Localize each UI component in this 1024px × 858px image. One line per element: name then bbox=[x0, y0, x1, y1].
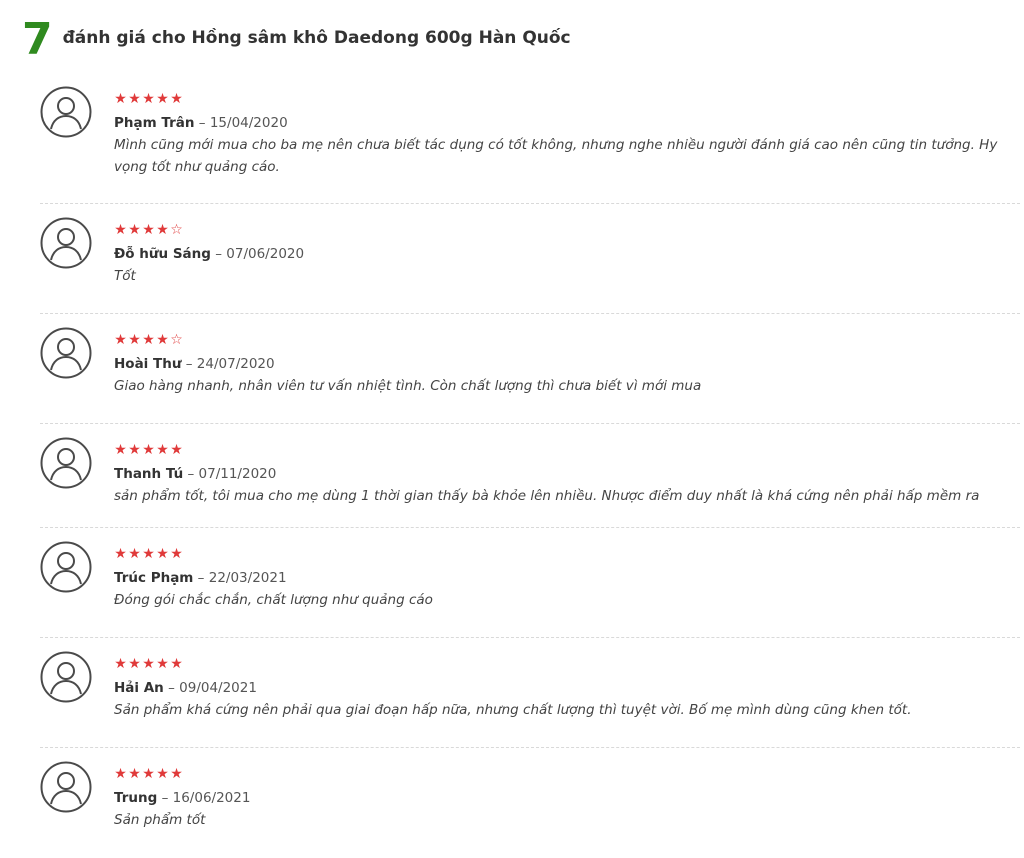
star-filled-icon: ★ bbox=[128, 766, 141, 782]
star-filled-icon: ★ bbox=[128, 332, 141, 348]
review-item: ★ ★ ★ ★ ★ Phạm Trân – 15/04/2020 Mình cũng m… bbox=[40, 86, 1020, 204]
review-author: Đỗ hữu Sáng bbox=[114, 246, 211, 262]
review-item: ★ ★ ★ ★ ★ Trúc Phạm – 22/03/2021 Đóng gói ch… bbox=[40, 528, 1020, 638]
author-date-separator: – bbox=[181, 356, 197, 372]
star-filled-icon: ★ bbox=[128, 656, 141, 672]
star-filled-icon: ★ bbox=[114, 332, 127, 348]
review-author: Thanh Tú bbox=[114, 466, 184, 482]
star-rating: ★ ★ ★ ★ ★ bbox=[114, 547, 1006, 561]
star-filled-icon: ★ bbox=[156, 332, 169, 348]
star-filled-icon: ★ bbox=[170, 656, 183, 672]
star-filled-icon: ★ bbox=[156, 91, 169, 107]
star-rating: ★ ★ ★ ★ ★ bbox=[114, 767, 1006, 781]
star-rating: ★ ★ ★ ★ ☆ bbox=[114, 223, 1006, 237]
author-date-separator: – bbox=[210, 246, 227, 262]
star-rating: ★ ★ ★ ★ ★ bbox=[114, 92, 1006, 106]
star-rating: ★ ★ ★ ★ ★ bbox=[114, 657, 1006, 671]
review-date: 07/11/2020 bbox=[198, 466, 277, 482]
review-date: 15/04/2020 bbox=[209, 115, 288, 131]
star-filled-icon: ★ bbox=[128, 546, 141, 562]
star-filled-icon: ★ bbox=[128, 222, 141, 238]
review-date: 07/06/2020 bbox=[226, 246, 305, 262]
review-item: ★ ★ ★ ★ ★ Trung – 16/06/2021 Sản phẩm tốt bbox=[40, 748, 1020, 858]
star-filled-icon: ★ bbox=[114, 766, 127, 782]
star-empty-icon: ☆ bbox=[170, 222, 183, 238]
star-filled-icon: ★ bbox=[114, 91, 127, 107]
star-rating: ★ ★ ★ ★ ★ bbox=[114, 443, 1006, 457]
review-text: Sản phẩm khá cứng nên phải qua giai đoạn… bbox=[114, 702, 912, 718]
star-filled-icon: ★ bbox=[170, 442, 183, 458]
author-date-separator: – bbox=[194, 115, 210, 131]
avatar-icon bbox=[40, 86, 92, 138]
star-rating: ★ ★ ★ ★ ☆ bbox=[114, 333, 1006, 347]
avatar-icon bbox=[40, 541, 92, 593]
review-author: Hải An bbox=[114, 680, 164, 696]
review-text: Giao hàng nhanh, nhân viên tư vấn nhiệt … bbox=[114, 378, 702, 394]
review-date: 24/07/2020 bbox=[196, 356, 275, 372]
star-filled-icon: ★ bbox=[128, 91, 141, 107]
star-filled-icon: ★ bbox=[114, 656, 127, 672]
review-item: ★ ★ ★ ★ ★ Thanh Tú – 07/11/2020 sản phẩm tốt… bbox=[40, 424, 1020, 528]
avatar-icon bbox=[40, 437, 92, 489]
star-filled-icon: ★ bbox=[142, 656, 155, 672]
star-filled-icon: ★ bbox=[142, 766, 155, 782]
review-item: ★ ★ ★ ★ ☆ Đỗ hữu Sáng – 07/06/2020 Tốt bbox=[40, 204, 1020, 314]
star-filled-icon: ★ bbox=[114, 442, 127, 458]
star-filled-icon: ★ bbox=[142, 332, 155, 348]
star-filled-icon: ★ bbox=[114, 222, 127, 238]
reviews-title: đánh giá cho Hồng sâm khô Daedong 600g H… bbox=[62, 28, 571, 48]
review-text: Sản phẩm tốt bbox=[114, 812, 206, 828]
review-text: Mình cũng mới mua cho ba mẹ nên chưa biế… bbox=[114, 137, 998, 175]
star-filled-icon: ★ bbox=[156, 546, 169, 562]
avatar-icon bbox=[40, 761, 92, 813]
review-author: Trung bbox=[114, 790, 158, 806]
star-filled-icon: ★ bbox=[156, 442, 169, 458]
review-date: 09/04/2021 bbox=[179, 680, 257, 696]
star-filled-icon: ★ bbox=[156, 656, 169, 672]
review-author: Hoài Thư bbox=[114, 356, 182, 372]
author-date-separator: – bbox=[183, 466, 199, 482]
star-empty-icon: ☆ bbox=[170, 332, 183, 348]
review-date: 22/03/2021 bbox=[208, 570, 287, 586]
author-date-separator: – bbox=[163, 680, 180, 696]
review-item: ★ ★ ★ ★ ☆ Hoài Thư – 24/07/2020 Giao hàng nh… bbox=[40, 314, 1020, 424]
star-filled-icon: ★ bbox=[142, 546, 155, 562]
avatar-icon bbox=[40, 217, 92, 269]
review-date: 16/06/2021 bbox=[172, 790, 251, 806]
star-filled-icon: ★ bbox=[156, 766, 169, 782]
avatar-icon bbox=[40, 327, 92, 379]
author-date-separator: – bbox=[157, 790, 173, 806]
review-text: Đóng gói chắc chắn, chất lượng như quảng… bbox=[114, 592, 433, 608]
review-count: 7 bbox=[22, 14, 53, 65]
star-filled-icon: ★ bbox=[170, 91, 183, 107]
star-filled-icon: ★ bbox=[170, 546, 183, 562]
review-item: ★ ★ ★ ★ ★ Hải An – 09/04/2021 Sản phẩm khá c… bbox=[40, 638, 1020, 748]
author-date-separator: – bbox=[193, 570, 209, 586]
review-author: Trúc Phạm bbox=[114, 570, 194, 586]
review-text: Tốt bbox=[114, 268, 136, 284]
reviews-header: 7 đánh giá cho Hồng sâm khô Daedong 600g… bbox=[22, 16, 571, 64]
review-text: sản phẩm tốt, tôi mua cho mẹ dùng 1 thời… bbox=[114, 488, 980, 504]
star-filled-icon: ★ bbox=[170, 766, 183, 782]
star-filled-icon: ★ bbox=[142, 222, 155, 238]
avatar-icon bbox=[40, 651, 92, 703]
review-list: ★ ★ ★ ★ ★ Phạm Trân – 15/04/2020 Mình cũng m… bbox=[40, 86, 1020, 858]
star-filled-icon: ★ bbox=[128, 442, 141, 458]
star-filled-icon: ★ bbox=[142, 91, 155, 107]
star-filled-icon: ★ bbox=[114, 546, 127, 562]
review-author: Phạm Trân bbox=[114, 115, 195, 131]
star-filled-icon: ★ bbox=[156, 222, 169, 238]
star-filled-icon: ★ bbox=[142, 442, 155, 458]
